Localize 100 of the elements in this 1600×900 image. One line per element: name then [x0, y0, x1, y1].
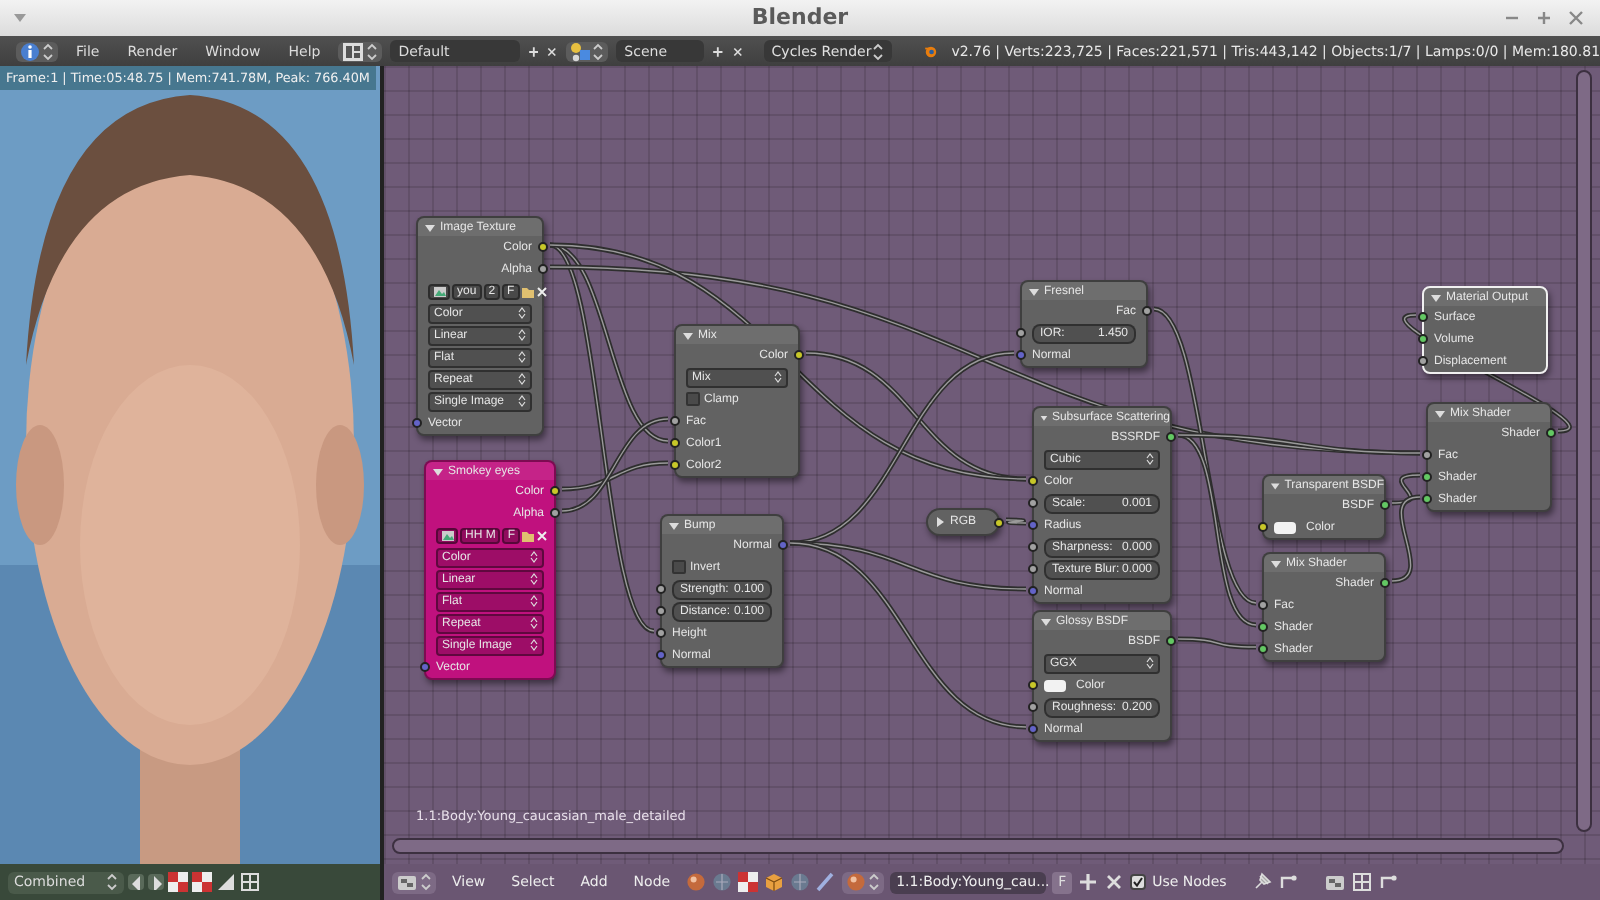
socket-icon[interactable]	[550, 508, 560, 518]
image-icon[interactable]	[433, 285, 445, 297]
brush-icon[interactable]	[816, 872, 837, 892]
socket-icon[interactable]	[1422, 472, 1432, 482]
updown-arrow-icon[interactable]	[1146, 452, 1154, 466]
socket-icon[interactable]	[1258, 644, 1268, 654]
socket-icon[interactable]	[538, 242, 548, 252]
socket-icon[interactable]	[1418, 334, 1428, 344]
socket-icon[interactable]	[1142, 306, 1152, 316]
collapse-icon[interactable]	[432, 465, 444, 477]
node-link[interactable]	[1177, 432, 1257, 628]
updown-arrow-icon[interactable]	[871, 41, 884, 61]
folder-icon[interactable]	[522, 529, 535, 541]
node-link[interactable]	[789, 540, 1027, 730]
add-icon[interactable]	[1078, 872, 1099, 892]
editor-type-button[interactable]	[16, 41, 58, 61]
updown-arrow-icon[interactable]	[530, 572, 538, 586]
socket-icon[interactable]	[1028, 542, 1038, 552]
updown-arrow-icon[interactable]	[530, 594, 538, 608]
next-button[interactable]	[148, 874, 164, 890]
updown-arrow-icon[interactable]	[1146, 656, 1154, 670]
previous-button[interactable]	[128, 874, 144, 890]
triangle-icon[interactable]	[216, 872, 236, 892]
socket-icon[interactable]	[1418, 356, 1428, 366]
node-link[interactable]	[561, 416, 669, 514]
updown-arrow-icon[interactable]	[518, 372, 526, 386]
color-swatch[interactable]	[1274, 521, 1296, 533]
node-link[interactable]	[1177, 636, 1257, 650]
image-icon[interactable]	[441, 529, 453, 541]
checker-icon[interactable]	[168, 872, 188, 892]
socket-icon[interactable]	[1422, 494, 1432, 504]
updown-arrow-icon[interactable]	[366, 41, 379, 61]
updown-arrow-icon[interactable]	[518, 350, 526, 364]
collapse-icon[interactable]	[1040, 615, 1052, 627]
screen-layout-button[interactable]	[338, 41, 383, 61]
socket-icon[interactable]	[1028, 702, 1038, 712]
horizontal-scrollbar[interactable]	[392, 838, 1564, 854]
collapse-icon[interactable]	[1040, 411, 1048, 423]
image-browse-button[interactable]	[436, 527, 458, 543]
updown-arrow-icon[interactable]	[774, 370, 782, 384]
socket-icon[interactable]	[670, 460, 680, 470]
collapse-icon[interactable]	[424, 221, 436, 233]
updown-arrow-icon[interactable]	[530, 638, 538, 652]
collapse-icon[interactable]	[934, 516, 946, 528]
socket-icon[interactable]	[670, 438, 680, 448]
socket-icon[interactable]	[1546, 428, 1556, 438]
socket-icon[interactable]	[656, 606, 666, 616]
folder-icon[interactable]	[521, 285, 534, 297]
updown-arrow-icon[interactable]	[518, 328, 526, 342]
updown-arrow-icon[interactable]	[518, 306, 526, 320]
socket-icon[interactable]	[1028, 498, 1038, 508]
node-link[interactable]	[561, 460, 669, 492]
updown-arrow-icon[interactable]	[530, 616, 538, 630]
node-link[interactable]	[1391, 494, 1421, 584]
material-browse-button[interactable]	[842, 871, 885, 893]
socket-icon[interactable]	[1028, 680, 1038, 690]
checker-icon[interactable]	[738, 872, 759, 892]
socket-icon[interactable]	[1166, 432, 1176, 442]
socket-icon[interactable]	[1380, 578, 1390, 588]
updown-arrow-icon[interactable]	[42, 41, 54, 61]
socket-icon[interactable]	[656, 584, 666, 594]
cube-icon[interactable]	[764, 872, 785, 892]
socket-icon[interactable]	[794, 350, 804, 360]
updown-arrow-icon[interactable]	[518, 394, 526, 408]
checkbox[interactable]	[672, 560, 686, 574]
grid-icon[interactable]	[1352, 872, 1373, 892]
scene-button[interactable]	[566, 41, 609, 61]
add-icon[interactable]	[712, 41, 724, 61]
maximize-icon[interactable]	[1536, 10, 1552, 26]
socket-icon[interactable]	[1258, 622, 1268, 632]
collapse-icon[interactable]	[668, 519, 680, 531]
collapse-icon[interactable]	[1430, 291, 1442, 303]
color-swatch[interactable]	[1044, 679, 1066, 691]
node-link[interactable]	[1005, 517, 1027, 526]
node-link[interactable]	[548, 242, 656, 634]
node-link[interactable]	[805, 350, 1027, 482]
add-icon[interactable]	[527, 41, 539, 61]
sphere-icon[interactable]	[686, 872, 707, 892]
socket-icon[interactable]	[656, 628, 666, 638]
node-link[interactable]	[789, 350, 1015, 546]
socket-icon[interactable]	[1166, 636, 1176, 646]
updown-arrow-icon[interactable]	[592, 41, 605, 61]
snap-icon[interactable]	[1378, 872, 1399, 892]
updown-arrow-icon[interactable]	[530, 550, 538, 564]
collapse-icon[interactable]	[1270, 557, 1282, 569]
pin-icon[interactable]	[1252, 872, 1273, 892]
node-link[interactable]	[1177, 432, 1421, 456]
socket-icon[interactable]	[1258, 600, 1268, 610]
socket-icon[interactable]	[1258, 522, 1268, 532]
socket-icon[interactable]	[1380, 500, 1390, 510]
socket-icon[interactable]	[670, 416, 680, 426]
collapse-icon[interactable]	[682, 329, 694, 341]
checkbox[interactable]	[686, 392, 700, 406]
checker-icon[interactable]	[192, 872, 212, 892]
node-link[interactable]	[1391, 472, 1421, 506]
socket-icon[interactable]	[1418, 312, 1428, 322]
image-browse-button[interactable]	[428, 283, 450, 299]
backdrop-icon[interactable]	[1324, 872, 1347, 892]
editor-type-button[interactable]	[392, 871, 436, 893]
socket-icon[interactable]	[550, 486, 560, 496]
